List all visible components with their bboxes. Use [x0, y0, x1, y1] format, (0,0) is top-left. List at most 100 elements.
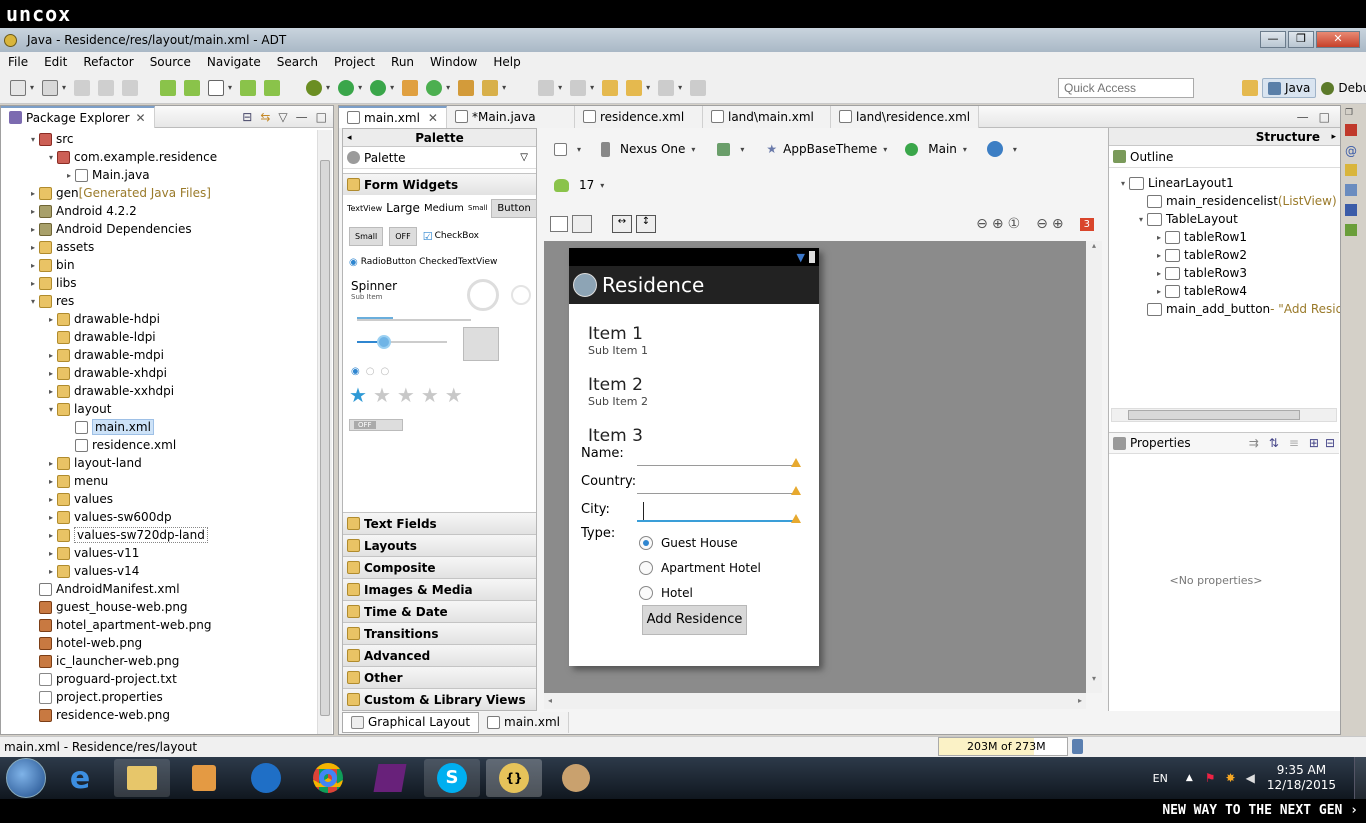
- avd-manager-icon[interactable]: [184, 79, 201, 96]
- button-widget[interactable]: Button: [491, 198, 537, 218]
- menu-edit[interactable]: Edit: [36, 52, 75, 72]
- taskbar-skype[interactable]: S: [424, 759, 480, 797]
- palette-section[interactable]: Advanced: [343, 644, 536, 666]
- close-icon[interactable]: ✕: [136, 107, 146, 129]
- zoom-emulate-icon[interactable]: ⊖: [976, 216, 988, 232]
- tree-item[interactable]: ▸ layout-land: [1, 454, 317, 472]
- collapsed-arrow-icon[interactable]: ▸: [45, 513, 57, 522]
- spinner-widget[interactable]: Spinner Sub Item: [343, 273, 536, 313]
- collapsed-arrow-icon[interactable]: ▸: [45, 387, 57, 396]
- open-perspective-icon[interactable]: [1242, 80, 1258, 96]
- close-button[interactable]: ✕: [1316, 31, 1360, 48]
- volume-icon[interactable]: ◀: [1246, 771, 1255, 785]
- tree-item[interactable]: hotel_apartment-web.png: [1, 616, 317, 634]
- small-text-widget[interactable]: Small: [468, 204, 487, 212]
- list-item[interactable]: Item 2 Sub Item 2: [588, 375, 788, 408]
- debug-perspective-button[interactable]: Debug: [1316, 79, 1366, 97]
- menu-window[interactable]: Window: [422, 52, 485, 72]
- collapsed-arrow-icon[interactable]: ▸: [45, 315, 57, 324]
- restore-icon[interactable]: ❐: [1345, 108, 1363, 118]
- last-edit-icon[interactable]: [602, 79, 619, 96]
- filter-icon[interactable]: ≡: [1289, 436, 1299, 450]
- taskbar-chrome[interactable]: [300, 759, 356, 797]
- debug-icon[interactable]: [306, 79, 323, 96]
- tree-item[interactable]: residence-web.png: [1, 706, 317, 724]
- radio-apartment-hotel[interactable]: Apartment Hotel: [639, 555, 761, 580]
- collapsed-arrow-icon[interactable]: ▸: [27, 279, 39, 288]
- gc-trash-icon[interactable]: [1072, 739, 1083, 754]
- minimize-button[interactable]: —: [1260, 31, 1286, 48]
- tree-item[interactable]: proguard-project.txt: [1, 670, 317, 688]
- collapsed-arrow-icon[interactable]: ▸: [27, 207, 39, 216]
- new-icon[interactable]: [10, 79, 26, 96]
- tray-expand-icon[interactable]: ▲: [1186, 773, 1193, 783]
- tree-item[interactable]: ▸ menu: [1, 472, 317, 490]
- radio-button-widget[interactable]: RadioButton: [361, 257, 416, 267]
- menu-run[interactable]: Run: [383, 52, 422, 72]
- editor-tab[interactable]: *Main.java: [446, 105, 575, 128]
- show-desktop-button[interactable]: [1354, 757, 1366, 799]
- collapsed-arrow-icon[interactable]: ▸: [27, 243, 39, 252]
- tree-item[interactable]: drawable-ldpi: [1, 328, 317, 346]
- language-indicator[interactable]: EN: [1153, 772, 1168, 785]
- tree-item[interactable]: ▸ drawable-xxhdpi: [1, 382, 317, 400]
- tree-item[interactable]: main.xml: [1, 418, 317, 436]
- tree-item[interactable]: ▾ layout: [1, 400, 317, 418]
- collapsed-arrow-icon[interactable]: ▸: [1153, 287, 1165, 296]
- textview-widget[interactable]: TextView: [347, 204, 382, 213]
- tree-item[interactable]: guest_house-web.png: [1, 598, 317, 616]
- list-item[interactable]: Item 1 Sub Item 1: [588, 324, 788, 357]
- tree-item[interactable]: ▸ drawable-hdpi: [1, 310, 317, 328]
- large-text-widget[interactable]: Large: [386, 201, 420, 215]
- tab-package-explorer[interactable]: Package Explorer ✕: [1, 105, 155, 129]
- menu-project[interactable]: Project: [326, 52, 383, 72]
- orientation-icon[interactable]: [717, 142, 731, 156]
- forward-icon[interactable]: [658, 79, 675, 96]
- activity-dropdown[interactable]: Main: [928, 142, 957, 156]
- palette-section[interactable]: Images & Media: [343, 578, 536, 600]
- outline-item[interactable]: ▸ tableRow4: [1109, 282, 1340, 300]
- javadoc-icon[interactable]: @: [1345, 144, 1363, 158]
- layout-horizontal-icon[interactable]: [550, 216, 568, 232]
- collapsed-arrow-icon[interactable]: ▸: [1153, 251, 1165, 260]
- alpha-sort-icon[interactable]: ⇅: [1269, 436, 1279, 450]
- taskbar-media[interactable]: [176, 759, 232, 797]
- collapsed-arrow-icon[interactable]: ▸: [45, 531, 57, 540]
- outline-item[interactable]: ▸ tableRow3: [1109, 264, 1340, 282]
- canvas-vscrollbar[interactable]: ▴ ▾: [1086, 241, 1102, 693]
- tree-item[interactable]: ▸ Main.java: [1, 166, 317, 184]
- config-icon[interactable]: [554, 142, 567, 156]
- outline-item[interactable]: ▾ TableLayout: [1109, 210, 1340, 228]
- tree-item[interactable]: ▸ assets: [1, 238, 317, 256]
- outline-hscrollbar[interactable]: [1111, 408, 1337, 422]
- palette-dropdown[interactable]: Palette ▽: [343, 147, 536, 169]
- collapsed-arrow-icon[interactable]: ▸: [1153, 269, 1165, 278]
- logcat-icon[interactable]: [1345, 224, 1357, 236]
- tree-item[interactable]: ▸ values-v11: [1, 544, 317, 562]
- collapsed-arrow-icon[interactable]: ▸: [45, 567, 57, 576]
- palette-section[interactable]: Transitions: [343, 622, 536, 644]
- radio-hotel[interactable]: Hotel: [639, 580, 761, 605]
- switch-widget[interactable]: OFF: [349, 419, 403, 431]
- palette-section[interactable]: Custom & Library Views: [343, 688, 536, 710]
- palette-section[interactable]: Layouts: [343, 534, 536, 556]
- zoom-out-icon[interactable]: ⊖: [1036, 216, 1048, 232]
- zoom-in-icon[interactable]: ⊕: [1052, 216, 1064, 232]
- checked-textview-widget[interactable]: CheckedTextView: [419, 257, 497, 267]
- tree-item[interactable]: ▸ values-v14: [1, 562, 317, 580]
- progress-bar-widget[interactable]: [343, 313, 536, 327]
- menu-search[interactable]: Search: [269, 52, 326, 72]
- tree-item[interactable]: ▸ Android 4.2.2: [1, 202, 317, 220]
- palette-collapse-icon[interactable]: ◂: [347, 133, 352, 143]
- small-button-widget[interactable]: Small: [349, 226, 384, 246]
- outline-item[interactable]: main_add_button - "Add Reside: [1109, 300, 1340, 318]
- editor-tab[interactable]: land\main.xml: [702, 105, 831, 128]
- collapsed-arrow-icon[interactable]: ▸: [45, 369, 57, 378]
- error-count-badge[interactable]: 3: [1079, 217, 1094, 231]
- radio-guest-house[interactable]: Guest House: [639, 530, 761, 555]
- view-menu-icon[interactable]: ▽: [278, 110, 287, 124]
- search-icon[interactable]: [482, 79, 499, 96]
- collapsed-arrow-icon[interactable]: ▸: [63, 171, 75, 180]
- collapsed-arrow-icon[interactable]: ▸: [45, 495, 57, 504]
- tree-item[interactable]: AndroidManifest.xml: [1, 580, 317, 598]
